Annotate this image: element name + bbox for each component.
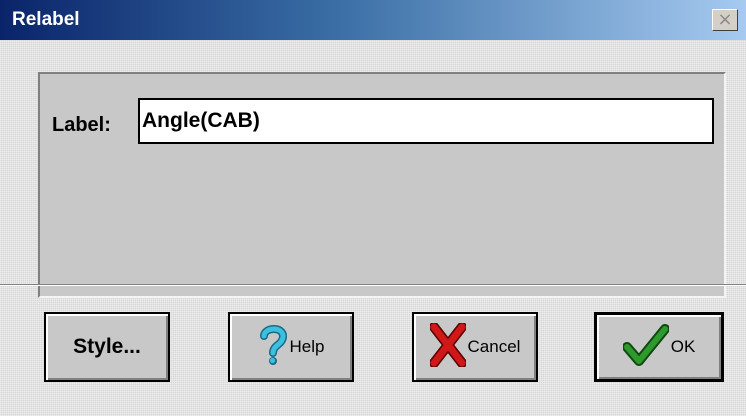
button-separator xyxy=(0,284,746,286)
ok-button-label: OK xyxy=(670,337,696,356)
label-panel: Label: xyxy=(38,72,726,298)
checkmark-icon xyxy=(621,323,670,372)
window-title: Relabel xyxy=(12,9,80,30)
label-field-caption: Label: xyxy=(52,114,111,136)
label-input[interactable] xyxy=(138,98,714,144)
question-mark-icon xyxy=(258,324,288,371)
x-mark-icon xyxy=(428,321,467,372)
help-button[interactable]: Help xyxy=(228,312,354,382)
help-button-label: Help xyxy=(289,337,325,356)
close-button[interactable]: × xyxy=(712,9,738,31)
dialog-body: Label: Style... Help xyxy=(0,40,746,416)
style-button[interactable]: Style... xyxy=(44,312,170,382)
relabel-dialog: Relabel × Label: Style... Help xyxy=(0,0,746,416)
title-bar[interactable]: Relabel × xyxy=(0,0,746,40)
cancel-button-label: Cancel xyxy=(467,337,521,356)
style-button-label: Style... xyxy=(73,335,141,358)
close-icon: × xyxy=(717,9,733,30)
ok-button[interactable]: OK xyxy=(594,312,724,382)
cancel-button[interactable]: Cancel xyxy=(412,312,538,382)
